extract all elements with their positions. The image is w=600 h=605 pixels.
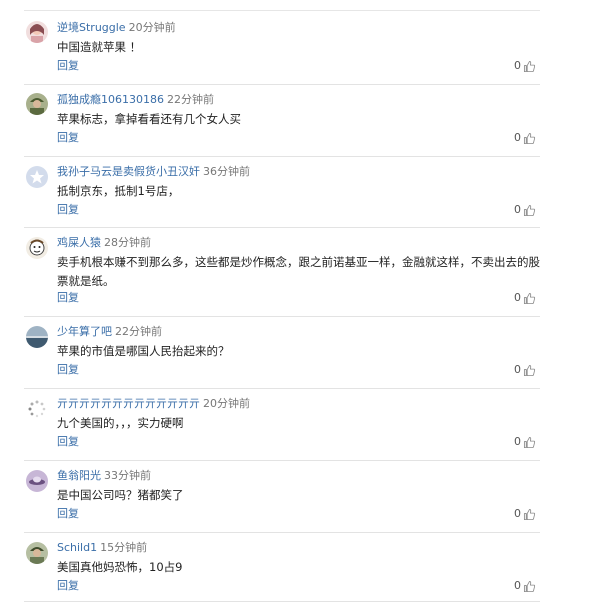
like-button[interactable]: 0 [514,202,536,218]
divider [24,227,540,228]
divider [24,84,540,85]
like-count: 0 [514,203,521,216]
thumbs-up-icon [523,436,536,449]
comment-username[interactable]: 亓亓亓亓亓亓亓亓亓亓亓亓亓 [57,397,200,410]
like-count: 0 [514,579,521,592]
comment-username[interactable]: 逆境Struggle [57,21,126,34]
thumbs-up-icon [523,292,536,305]
reply-button[interactable]: 回复 [57,202,79,218]
comment-text: 抵制京东，抵制1号店， [57,184,180,198]
comment-meta: 亓亓亓亓亓亓亓亓亓亓亓亓亓 20分钟前 [57,396,250,412]
thumbs-up-icon [523,508,536,521]
like-count: 0 [514,131,521,144]
comment-time: 28分钟前 [104,236,151,249]
comment-meta: 我孙子马云是卖假货小丑汉奸 36分钟前 [57,164,250,180]
avatar-soldier-icon[interactable] [26,542,48,564]
comment-username[interactable]: 我孙子马云是卖假货小丑汉奸 [57,165,200,178]
comment-time: 22分钟前 [115,325,162,338]
divider [24,532,540,533]
avatar-cartoon-face-icon[interactable] [26,237,48,259]
like-button[interactable]: 0 [514,130,536,146]
comment-list: 逆境Struggle 20分钟前 中国造就苹果 ！ 回复 0 孤独成瘾106130… [0,0,600,605]
divider [24,460,540,461]
comment-meta: 少年算了吧 22分钟前 [57,324,162,340]
comment-text: 九个美国的，，，实力硬啊 [57,416,184,430]
reply-button[interactable]: 回复 [57,578,79,594]
like-button[interactable]: 0 [514,58,536,74]
divider [24,388,540,389]
comment-text: 苹果标志，拿掉看看还有几个女人买 [57,112,241,126]
like-button[interactable]: 0 [514,362,536,378]
comment-meta: 逆境Struggle 20分钟前 [57,20,176,36]
divider [24,601,540,602]
comment-username[interactable]: 孤独成瘾106130186 [57,93,164,106]
comment-username[interactable]: 鱼翁阳光 [57,469,101,482]
comment-text: 卖手机根本赚不到那么多，这些都是炒作概念，跟之前诺基亚一样，金融就这样，不卖出去… [57,255,540,288]
comment-time: 15分钟前 [100,541,148,554]
comment-meta: Schild1 15分钟前 [57,540,147,556]
reply-button[interactable]: 回复 [57,58,79,74]
reply-button[interactable]: 回复 [57,290,79,306]
comment-time: 20分钟前 [203,397,250,410]
thumbs-up-icon [523,204,536,217]
divider [24,316,540,317]
thumbs-up-icon [523,132,536,145]
avatar-ufo-icon[interactable] [26,470,48,492]
comment-time: 36分钟前 [203,165,250,178]
like-count: 0 [514,59,521,72]
reply-button[interactable]: 回复 [57,362,79,378]
divider [24,10,540,11]
comment-meta: 鸡屎人猿 28分钟前 [57,235,151,251]
comment-username[interactable]: 鸡屎人猿 [57,236,101,249]
like-button[interactable]: 0 [514,290,536,306]
avatar-soldier-icon[interactable] [26,93,48,115]
comment-time: 33分钟前 [104,469,151,482]
like-count: 0 [514,507,521,520]
comment-username[interactable]: 少年算了吧 [57,325,112,338]
thumbs-up-icon [523,364,536,377]
avatar-default-star-icon[interactable] [26,166,48,188]
like-button[interactable]: 0 [514,578,536,594]
comment-time: 22分钟前 [167,93,214,106]
comment-text: 是中国公司吗？猪都笑了 [57,488,184,502]
like-button[interactable]: 0 [514,506,536,522]
reply-button[interactable]: 回复 [57,506,79,522]
comment-text: 苹果的市值是哪国人民抬起来的？ [57,344,230,358]
avatar-loading-spinner-icon[interactable] [26,398,48,420]
like-count: 0 [514,435,521,448]
like-button[interactable]: 0 [514,434,536,450]
divider [24,156,540,157]
comment-meta: 孤独成瘾106130186 22分钟前 [57,92,214,108]
thumbs-up-icon [523,580,536,593]
comment-meta: 鱼翁阳光 33分钟前 [57,468,151,484]
avatar-pink-girl-icon[interactable] [26,21,48,43]
reply-button[interactable]: 回复 [57,130,79,146]
comment-text: 中国造就苹果 ！ [57,40,142,54]
like-count: 0 [514,291,521,304]
avatar-sea-landscape-icon[interactable] [26,326,48,348]
comment-time: 20分钟前 [128,21,176,34]
comment-username[interactable]: Schild1 [57,541,97,554]
comment-text: 美国真他妈恐怖，10占9 [57,560,183,574]
like-count: 0 [514,363,521,376]
reply-button[interactable]: 回复 [57,434,79,450]
thumbs-up-icon [523,60,536,73]
